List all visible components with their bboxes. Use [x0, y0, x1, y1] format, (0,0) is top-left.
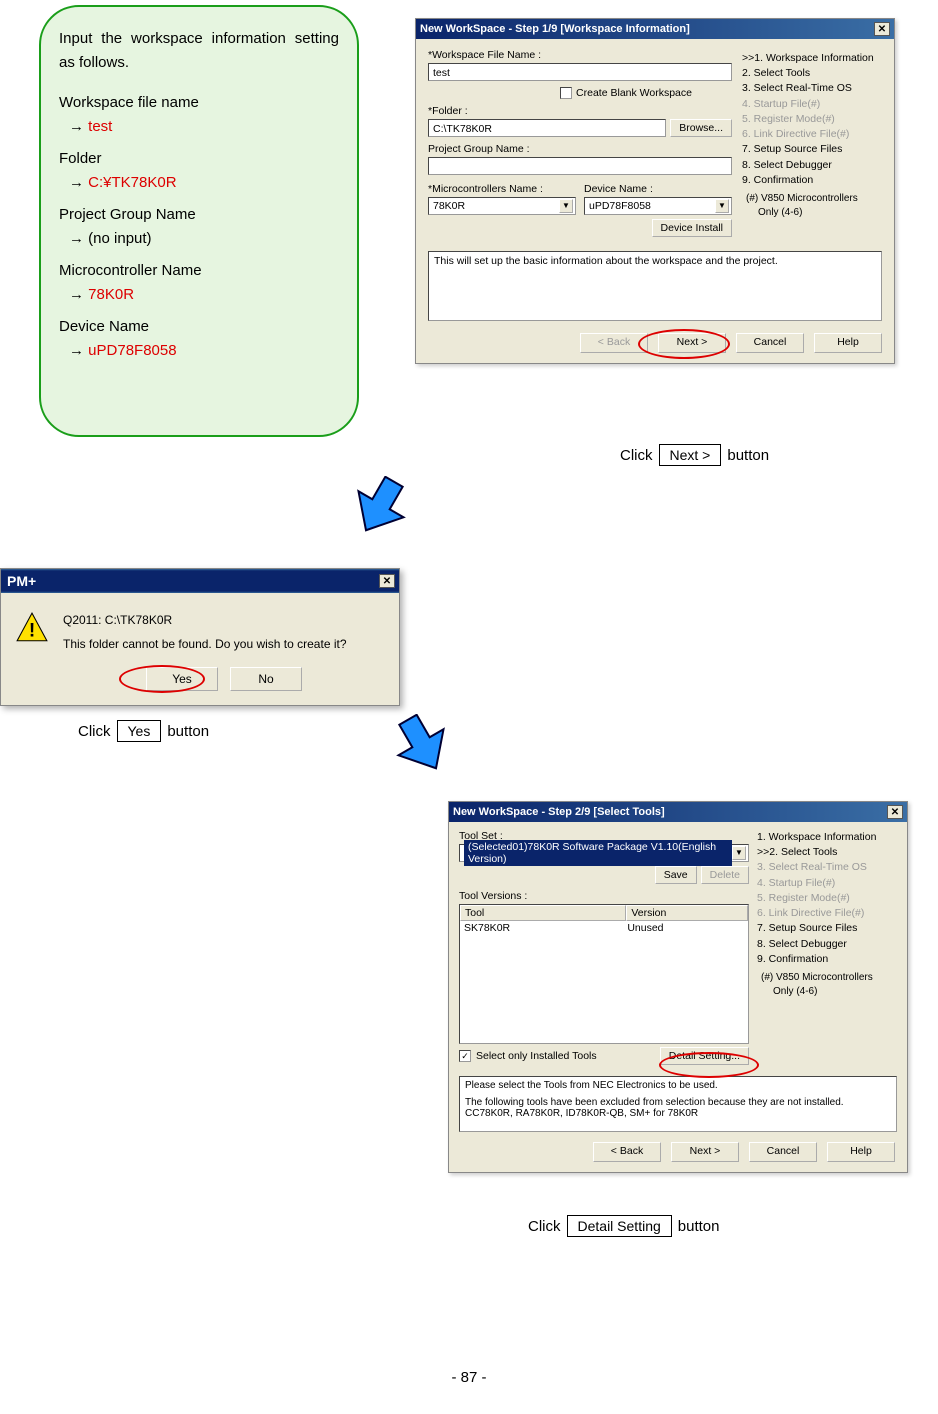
folder-input[interactable]: C:\TK78K0R: [428, 119, 666, 137]
chevron-down-icon: ▼: [559, 199, 573, 213]
col-tool: Tool: [460, 905, 626, 921]
folder-field-label: *Folder :: [428, 105, 732, 117]
toolver-label: Tool Versions :: [459, 890, 749, 902]
caption-detail-btn: Detail Setting: [567, 1215, 672, 1237]
dev-value: → uPD78F8058: [69, 339, 339, 363]
arrow-down-icon: [350, 476, 410, 536]
back-button[interactable]: < Back: [593, 1142, 661, 1162]
mcu-field-label: *Microcontrollers Name :: [428, 183, 576, 195]
pgroup-field-label: Project Group Name :: [428, 143, 732, 155]
dev-select[interactable]: uPD78F8058 ▼: [584, 197, 732, 215]
ws-name-label: Workspace file name: [59, 91, 339, 115]
dialog-title: PM+: [7, 573, 36, 589]
next-button[interactable]: Next >: [671, 1142, 739, 1162]
col-version: Version: [626, 905, 748, 921]
detail-setting-button[interactable]: Detail Setting...: [660, 1047, 749, 1065]
installed-only-checkbox[interactable]: ✓: [459, 1050, 471, 1062]
no-button[interactable]: No: [230, 667, 302, 691]
next-button[interactable]: Next >: [658, 333, 726, 353]
back-button[interactable]: < Back: [580, 333, 648, 353]
caption-next: Click Next > button: [620, 444, 769, 466]
arrow-down-icon: [392, 714, 452, 774]
browse-button[interactable]: Browse...: [670, 119, 732, 137]
delete-button[interactable]: Delete: [701, 866, 749, 884]
cancel-button[interactable]: Cancel: [749, 1142, 817, 1162]
dialog-title: New WorkSpace - Step 1/9 [Workspace Info…: [420, 23, 690, 35]
pm-plus-dialog: PM+ ✕ ! Q2011: C:\TK78K0R This folder ca…: [0, 568, 400, 706]
close-icon[interactable]: ✕: [887, 805, 903, 819]
dev-field-label: Device Name :: [584, 183, 732, 195]
title-bar[interactable]: PM+ ✕: [1, 569, 399, 593]
close-icon[interactable]: ✕: [379, 574, 395, 588]
description-area: Please select the Tools from NEC Electro…: [459, 1076, 897, 1132]
svg-text:!: !: [29, 621, 35, 642]
device-install-button[interactable]: Device Install: [652, 219, 732, 237]
ws-file-label: *Workspace File Name :: [428, 49, 732, 61]
title-bar[interactable]: New WorkSpace - Step 1/9 [Workspace Info…: [416, 19, 894, 39]
wizard-steps: >>1. Workspace Information 2. Select Too…: [742, 51, 882, 221]
chevron-down-icon: ▼: [715, 199, 729, 213]
mcu-select[interactable]: 78K0R ▼: [428, 197, 576, 215]
ws-name-value: → test: [69, 115, 339, 139]
select-tools-dialog: New WorkSpace - Step 2/9 [Select Tools] …: [448, 801, 908, 1173]
caption-yes-btn: Yes: [117, 720, 162, 742]
title-bar[interactable]: New WorkSpace - Step 2/9 [Select Tools] …: [449, 802, 907, 822]
cancel-button[interactable]: Cancel: [736, 333, 804, 353]
intro-text: Input the workspace information setting …: [59, 27, 339, 75]
help-button[interactable]: Help: [827, 1142, 895, 1162]
toolset-select[interactable]: (Selected01)78K0R Software Package V1.10…: [459, 844, 749, 862]
mcu-label: Microcontroller Name: [59, 259, 339, 283]
caption-next-btn: Next >: [659, 444, 722, 466]
wizard-steps: 1. Workspace Information >>2. Select Too…: [757, 830, 897, 1000]
pgroup-value: → (no input): [69, 227, 339, 251]
warning-icon: !: [15, 611, 49, 691]
pgroup-label: Project Group Name: [59, 203, 339, 227]
page-number: - 87 -: [0, 1369, 938, 1386]
instruction-box: Input the workspace information setting …: [39, 5, 359, 437]
yes-button[interactable]: Yes: [146, 667, 218, 691]
dialog-title: New WorkSpace - Step 2/9 [Select Tools]: [453, 806, 665, 818]
description-area: This will set up the basic information a…: [428, 251, 882, 321]
warn-line2: This folder cannot be found. Do you wish…: [63, 635, 385, 653]
workspace-info-dialog: New WorkSpace - Step 1/9 [Workspace Info…: [415, 18, 895, 364]
table-row[interactable]: SK78K0R Unused: [460, 921, 748, 935]
ws-file-input[interactable]: test: [428, 63, 732, 81]
folder-value: → C:¥TK78K0R: [69, 171, 339, 195]
caption-detail: Click Detail Setting button: [528, 1215, 720, 1237]
caption-yes: Click Yes button: [78, 720, 209, 742]
save-button[interactable]: Save: [655, 866, 697, 884]
mcu-value: → 78K0R: [69, 283, 339, 307]
blank-ws-checkbox[interactable]: [560, 87, 572, 99]
tool-versions-table[interactable]: Tool Version SK78K0R Unused: [459, 904, 749, 1044]
folder-label: Folder: [59, 147, 339, 171]
chevron-down-icon: ▼: [732, 846, 746, 860]
blank-ws-label: Create Blank Workspace: [576, 87, 692, 99]
dev-label: Device Name: [59, 315, 339, 339]
close-icon[interactable]: ✕: [874, 22, 890, 36]
installed-only-label: Select only Installed Tools: [476, 1050, 597, 1062]
warn-line1: Q2011: C:\TK78K0R: [63, 611, 385, 629]
help-button[interactable]: Help: [814, 333, 882, 353]
pgroup-input[interactable]: [428, 157, 732, 175]
